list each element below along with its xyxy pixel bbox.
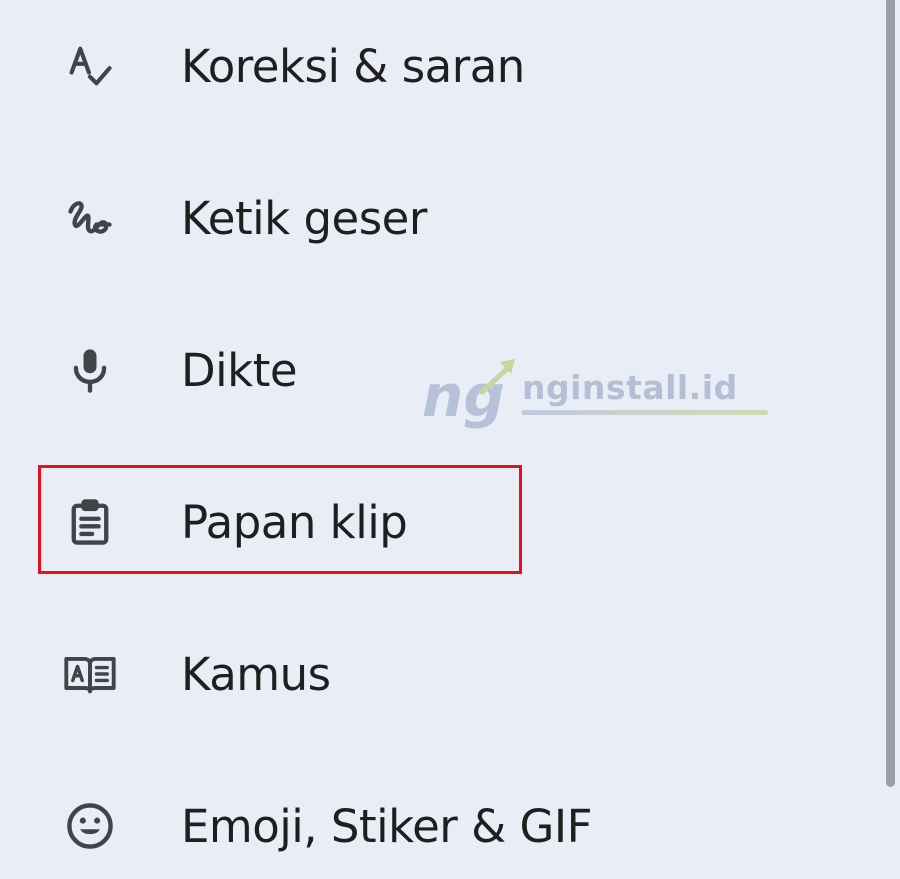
menu-item-ketik-geser[interactable]: Ketik geser bbox=[0, 142, 880, 294]
microphone-icon bbox=[62, 342, 118, 398]
gesture-icon bbox=[62, 190, 118, 246]
scrollbar[interactable] bbox=[886, 0, 895, 787]
menu-item-kamus[interactable]: Kamus bbox=[0, 598, 880, 750]
menu-item-label: Dikte bbox=[181, 343, 298, 397]
menu-item-label: Koreksi & saran bbox=[181, 39, 525, 93]
spellcheck-icon bbox=[62, 38, 118, 94]
menu-item-label: Papan klip bbox=[181, 495, 408, 549]
settings-screen: Koreksi & saran Ketik geser Dikte Papan … bbox=[0, 0, 900, 879]
menu-item-papan-klip[interactable]: Papan klip bbox=[0, 446, 880, 598]
menu-item-dikte[interactable]: Dikte bbox=[0, 294, 880, 446]
menu-item-label: Ketik geser bbox=[181, 191, 427, 245]
menu-item-koreksi-saran[interactable]: Koreksi & saran bbox=[0, 0, 880, 142]
menu-item-emoji-stiker-gif[interactable]: Emoji, Stiker & GIF bbox=[0, 750, 880, 879]
menu-item-label: Emoji, Stiker & GIF bbox=[181, 799, 593, 853]
dictionary-book-icon bbox=[62, 646, 118, 702]
menu-item-label: Kamus bbox=[181, 647, 331, 701]
clipboard-icon bbox=[62, 494, 118, 550]
emoji-icon bbox=[62, 798, 118, 854]
